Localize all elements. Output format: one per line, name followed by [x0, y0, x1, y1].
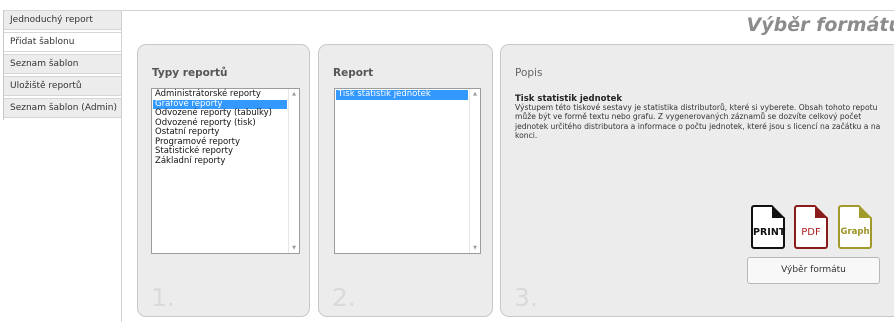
- print-format-label: PRINT: [753, 227, 786, 238]
- list-item[interactable]: Tisk statistik jednotek: [336, 89, 468, 100]
- pdf-format-icon[interactable]: PDF: [794, 205, 828, 249]
- scroll-up-icon[interactable]: ▲: [470, 89, 480, 99]
- report-scrollbar[interactable]: ▲ ▼: [469, 89, 480, 253]
- nav-item-report-storage[interactable]: Uložiště reportů: [4, 76, 122, 96]
- sidebar-nav: Jednoduchý report Přidat šablonu Seznam …: [3, 10, 122, 120]
- format-select-button[interactable]: Výběr formátu: [747, 257, 880, 284]
- description-text: Výstupem této tiskové sestavy je statist…: [515, 103, 881, 140]
- step-number: 2.: [332, 283, 356, 312]
- description-panel-title: Popis: [515, 67, 543, 79]
- report-types-panel: Typy reportů Administrátorské reporty Gra…: [137, 44, 310, 317]
- header-divider: [122, 10, 894, 11]
- step-number: 1.: [151, 283, 175, 312]
- pdf-format-label: PDF: [801, 227, 821, 238]
- sidebar-divider: [121, 10, 122, 322]
- scroll-down-icon[interactable]: ▼: [470, 243, 480, 253]
- description-panel: Popis Tisk statistik jednotek Výstupem t…: [500, 44, 894, 317]
- report-panel: Report Tisk statistik jednotek ▲ ▼ 2.: [318, 44, 493, 317]
- list-item[interactable]: Základní reporty: [153, 156, 287, 167]
- print-format-icon[interactable]: PRINT: [751, 205, 785, 249]
- graph-format-icon[interactable]: Graph: [838, 205, 872, 249]
- report-types-listbox[interactable]: Administrátorské reporty Grafové reporty O…: [151, 88, 300, 254]
- scroll-up-icon[interactable]: ▲: [289, 89, 299, 99]
- report-types-items: Administrátorské reporty Grafové reporty O…: [153, 89, 287, 167]
- nav-item-template-list-admin[interactable]: Seznam šablon (Admin): [4, 98, 122, 118]
- report-listbox[interactable]: Tisk statistik jednotek ▲ ▼: [334, 88, 481, 254]
- report-title: Report: [333, 67, 374, 79]
- nav-item-template-list[interactable]: Seznam šablon: [4, 54, 122, 74]
- nav-item-add-template[interactable]: Přidat šablonu: [4, 32, 122, 52]
- page-title: Výběr formátu: [746, 14, 894, 36]
- report-items: Tisk statistik jednotek: [336, 89, 468, 100]
- report-types-scrollbar[interactable]: ▲ ▼: [288, 89, 299, 253]
- report-types-title: Typy reportů: [152, 67, 228, 79]
- graph-format-label: Graph: [840, 227, 870, 237]
- nav-item-simple-report[interactable]: Jednoduchý report: [4, 10, 122, 30]
- step-number: 3.: [514, 283, 538, 312]
- scroll-down-icon[interactable]: ▼: [289, 243, 299, 253]
